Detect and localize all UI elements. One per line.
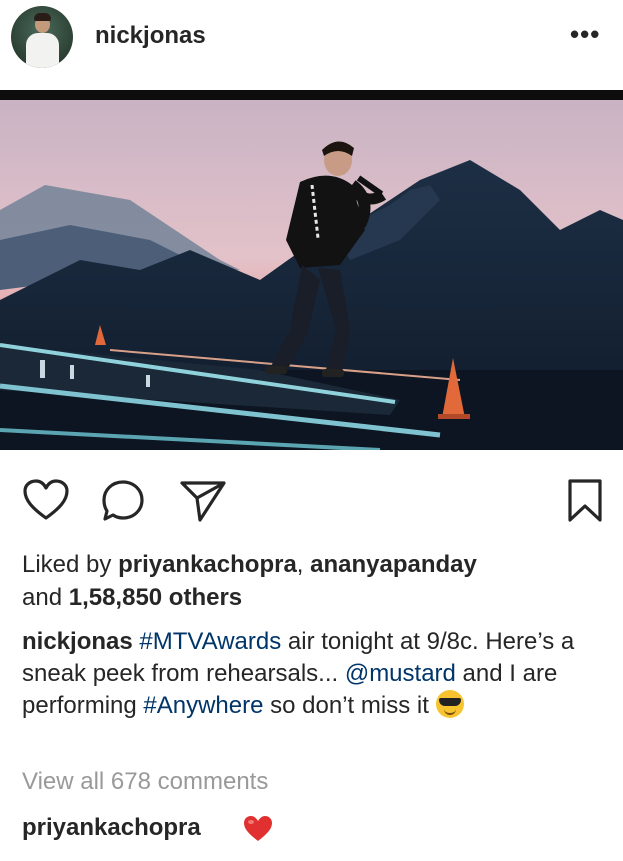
- concert-photo-illustration: [0, 90, 623, 450]
- comment-username[interactable]: priyankachopra: [22, 814, 201, 842]
- likes-prefix: Liked by: [22, 551, 112, 578]
- liked-by-user-2[interactable]: ananyapanday: [310, 551, 477, 578]
- share-icon[interactable]: [178, 478, 228, 529]
- sunglasses-emoji-icon: [435, 690, 464, 718]
- avatar-shirt: [26, 33, 59, 68]
- caption-username[interactable]: nickjonas: [22, 628, 133, 655]
- caption-hashtag-anywhere[interactable]: #Anywhere: [143, 692, 263, 719]
- likes-count[interactable]: 1,58,850 others: [69, 584, 242, 611]
- post-header: nickjonas •••: [0, 0, 623, 76]
- red-heart-emoji-icon: [243, 815, 273, 848]
- post-caption: nickjonas #MTVAwards air tonight at 9/8c…: [22, 626, 612, 722]
- likes-and: and: [22, 584, 63, 611]
- caption-hashtag-mtvawards[interactable]: #MTVAwards: [139, 628, 281, 655]
- liked-by-user-1[interactable]: priyankachopra: [118, 551, 297, 578]
- caption-text-3: so don’t miss it: [270, 692, 429, 719]
- bookmark-icon[interactable]: [566, 478, 604, 529]
- post-photo[interactable]: [0, 90, 623, 450]
- comment-icon[interactable]: [99, 478, 147, 529]
- caption-mention-mustard[interactable]: @mustard: [345, 660, 456, 687]
- view-all-comments-link[interactable]: View all 678 comments: [22, 768, 268, 796]
- post-username[interactable]: nickjonas: [95, 22, 206, 50]
- heart-icon[interactable]: [22, 478, 70, 527]
- avatar[interactable]: [11, 6, 73, 68]
- likes-separator: ,: [296, 551, 304, 578]
- action-bar: [0, 470, 623, 530]
- avatar-hair: [34, 13, 51, 21]
- more-options-icon[interactable]: •••: [570, 21, 600, 47]
- likes-summary: Liked by priyankachopra, ananyapanday an…: [22, 548, 612, 614]
